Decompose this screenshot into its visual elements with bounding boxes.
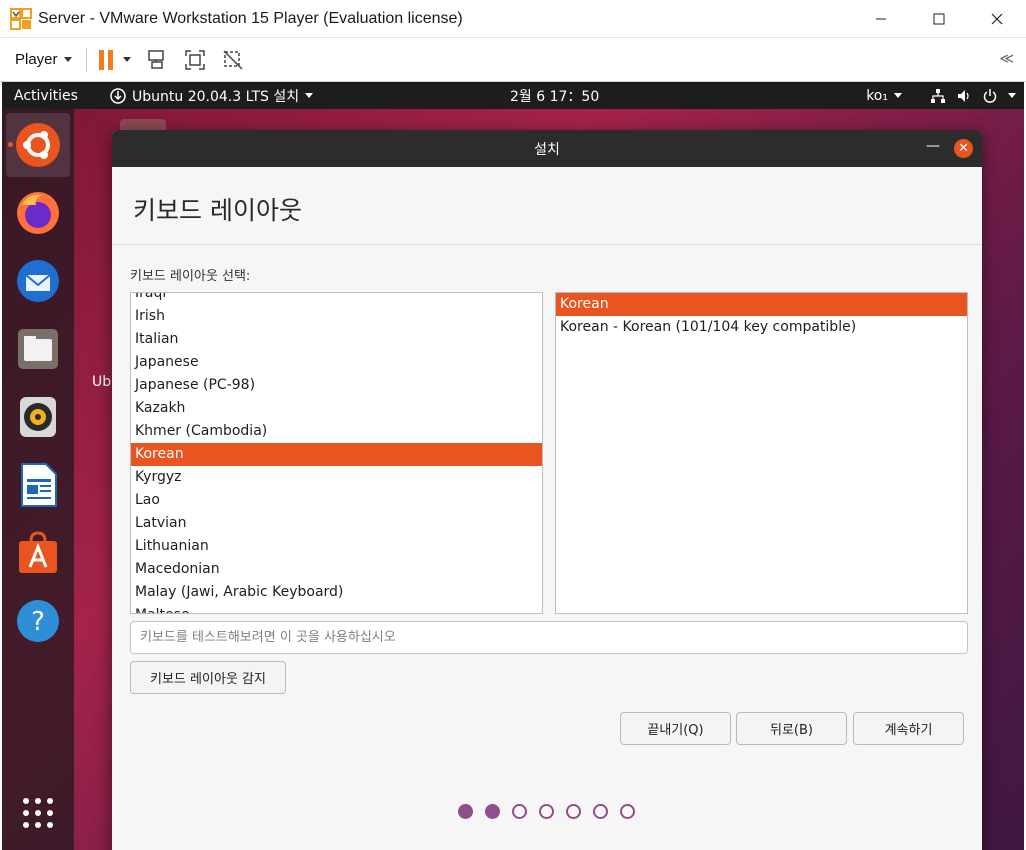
list-item[interactable]: Kazakh [131,397,542,420]
list-item[interactable]: Lao [131,489,542,512]
volume-icon [958,89,969,102]
progress-dot [539,804,554,819]
input-method-indicator[interactable]: ko₁ [866,88,902,104]
send-ctrl-alt-del-icon[interactable] [145,48,169,72]
ubuntu-installer-icon [16,123,60,167]
maximize-button[interactable] [910,0,968,38]
network-icon [931,88,945,103]
window-title: Server - VMware Workstation 15 Player (E… [38,9,463,27]
layout-section-label: 키보드 레이아웃 선택: [130,269,251,284]
dock-help[interactable]: ? [6,589,70,653]
full-screen-icon[interactable] [183,48,207,72]
dock-libreoffice-writer[interactable] [6,453,70,517]
keyboard-test-input[interactable] [130,621,968,654]
list-item[interactable]: Japanese [131,351,542,374]
list-item[interactable]: Macedonian [131,558,542,581]
continue-button[interactable]: 계속하기 [853,712,964,745]
input-method-label: ko₁ [866,87,888,104]
list-item[interactable]: Japanese (PC-98) [131,374,542,397]
quit-button[interactable]: 끝내기(Q) [620,712,731,745]
app-menu[interactable]: Ubuntu 20.04.3 LTS 설치 [110,82,314,109]
chevron-down-icon [1008,93,1016,98]
maximize-icon [933,13,945,25]
toolbar-divider [85,47,87,72]
dock-ubuntu-installer[interactable] [6,113,70,177]
dialog-minimize-icon[interactable]: — [926,138,940,154]
dock-show-applications[interactable] [6,781,70,845]
app-menu-label: Ubuntu 20.04.3 LTS 설치 [132,88,300,105]
progress-dot [512,804,527,819]
progress-dot [458,804,473,819]
ubuntu-desktop: Activities Ubuntu 20.04.3 LTS 설치 2월 6 17… [2,82,1024,850]
progress-dot [593,804,608,819]
dialog-title-bar: 설치 — ✕ [112,130,982,167]
list-item[interactable]: Korean - Korean (101/104 key compatible) [556,316,967,339]
list-item[interactable]: Maltese [131,604,542,613]
progress-dot [566,804,581,819]
list-item[interactable]: Lithuanian [131,535,542,558]
chevron-down-icon [63,57,72,62]
close-icon [991,13,1003,25]
list-item[interactable]: Italian [131,328,542,351]
detect-layout-button[interactable]: 키보드 레이아웃 감지 [130,661,286,694]
back-button[interactable]: 뒤로(B) [736,712,847,745]
keyboard-layout-list[interactable]: Iraqi Irish Italian Japanese Japanese (PC-98… [130,292,543,614]
dialog-title: 설치 [534,141,560,158]
player-menu[interactable]: Player [15,51,72,68]
ubuntu-software-icon [19,531,57,573]
installer-dialog: 설치 — ✕ 키보드 레이아웃 키보드 레이아웃 선택: Iraqi Irish I… [112,130,982,850]
show-applications-icon [23,798,53,828]
dock: ? [2,109,74,850]
activities-button[interactable]: Activities [14,88,78,104]
keyboard-variant-list[interactable]: Korean Korean - Korean (101/104 key compa… [555,292,968,614]
list-item[interactable]: Irish [131,305,542,328]
vmware-toolbar: Player ≪ [0,38,1026,82]
help-icon: ? [17,600,59,642]
dock-files[interactable] [6,317,70,381]
minimize-icon [876,18,886,20]
close-button[interactable] [968,0,1026,38]
list-item[interactable]: Korean [556,293,967,316]
dock-ubuntu-software[interactable] [6,521,70,585]
system-menu[interactable] [930,88,1016,104]
progress-dot [620,804,635,819]
list-item[interactable]: Iraqi [131,293,542,305]
list-item[interactable]: Khmer (Cambodia) [131,420,542,443]
dialog-close-icon[interactable]: ✕ [954,139,973,158]
pause-menu-chevron-icon[interactable] [122,57,131,62]
svg-text:?: ? [31,607,45,637]
libreoffice-writer-icon [21,463,57,507]
minimize-button[interactable] [852,0,910,38]
thunderbird-icon [17,260,59,302]
collapse-toolbar-icon[interactable]: ≪ [999,51,1014,67]
list-item[interactable]: Korean [131,443,542,466]
running-indicator [8,142,13,147]
firefox-icon [17,192,59,234]
files-icon [18,329,58,369]
progress-dot [485,804,500,819]
vmware-logo-icon [10,7,32,30]
pause-icon[interactable] [98,49,113,70]
dock-firefox[interactable] [6,181,70,245]
vmware-title-bar: Server - VMware Workstation 15 Player (E… [0,0,1026,38]
chevron-down-icon [305,93,314,98]
unity-icon[interactable] [221,48,245,72]
list-item[interactable]: Malay (Jawi, Arabic Keyboard) [131,581,542,604]
player-menu-label: Player [15,51,58,68]
step-progress [458,804,635,819]
page-title: 키보드 레이아웃 [112,167,982,245]
dock-thunderbird[interactable] [6,249,70,313]
system-tray: ko₁ [866,82,1016,109]
chevron-down-icon [894,93,902,98]
rhythmbox-icon [20,397,56,437]
installer-icon [110,87,126,104]
dock-rhythmbox[interactable] [6,385,70,449]
clock[interactable]: 2월 6 17：50 [510,82,599,109]
ubuntu-top-bar: Activities Ubuntu 20.04.3 LTS 설치 2월 6 17… [2,82,1024,109]
list-item[interactable]: Latvian [131,512,542,535]
list-item[interactable]: Kyrgyz [131,466,542,489]
power-icon [983,88,997,103]
